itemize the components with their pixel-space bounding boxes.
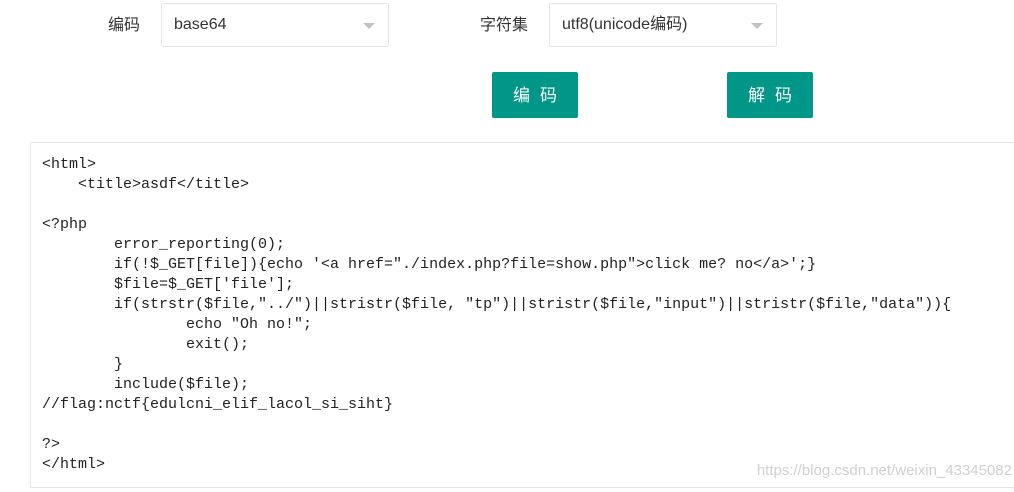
charset-label: 字符集: [480, 17, 529, 34]
chevron-down-icon: [751, 23, 763, 29]
watermark: https://blog.csdn.net/weixin_43345082: [756, 462, 1012, 479]
code-content: <html> <title>asdf</title> <?php error_r…: [42, 156, 952, 473]
encoding-type-value: base64: [174, 16, 227, 33]
charset-select[interactable]: utf8(unicode编码): [549, 3, 777, 47]
charset-value: utf8(unicode编码): [562, 16, 688, 33]
encoding-type-label: 编码: [108, 17, 141, 34]
encoding-type-select[interactable]: base64: [161, 3, 389, 47]
encode-button[interactable]: 编码: [492, 72, 578, 118]
chevron-down-icon: [363, 23, 375, 29]
code-textarea[interactable]: <html> <title>asdf</title> <?php error_r…: [30, 142, 1014, 488]
decode-button[interactable]: 解码: [727, 72, 813, 118]
